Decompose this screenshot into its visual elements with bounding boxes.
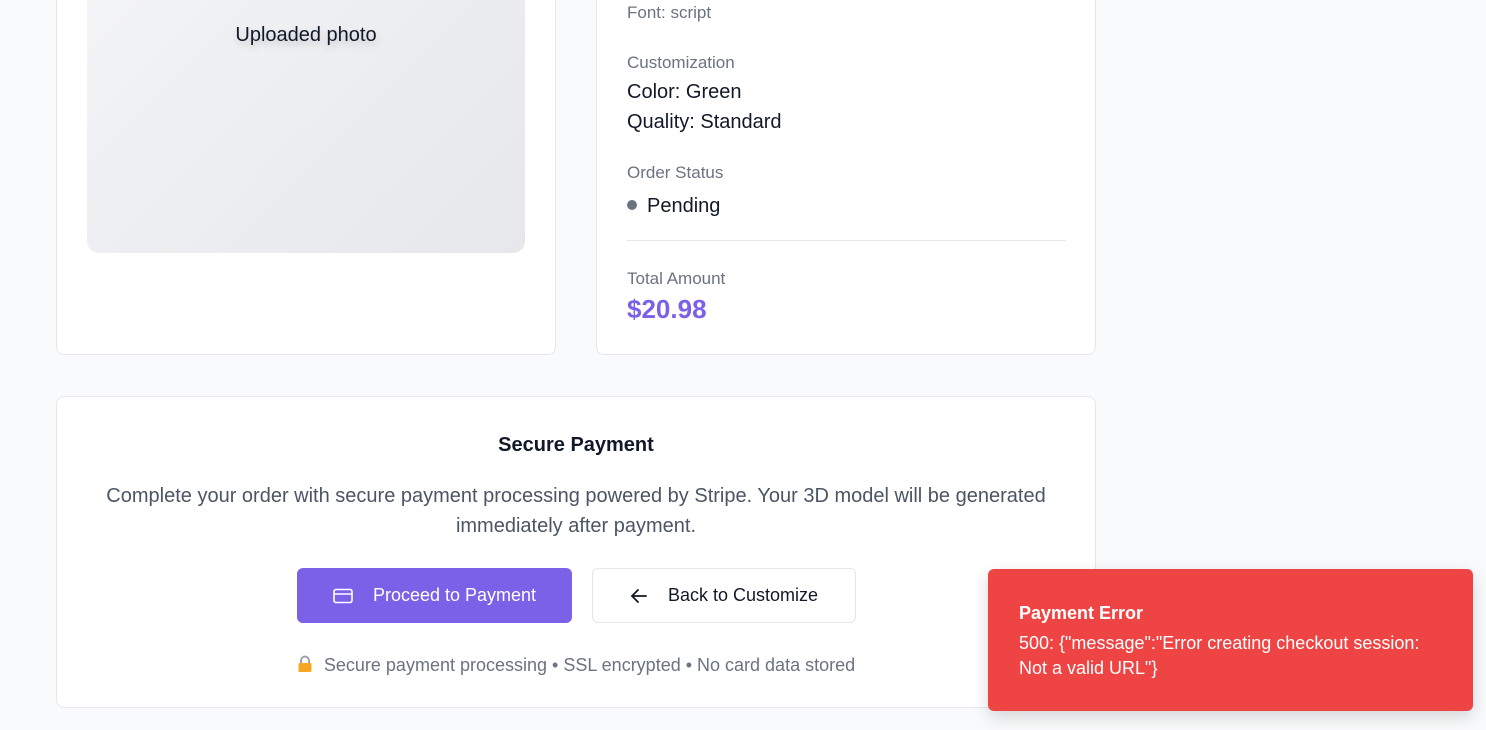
uploaded-photo-preview: Uploaded photo [87,0,525,253]
toast-message: 500: {"message":"Error creating checkout… [1019,633,1420,678]
back-to-customize-label: Back to Customize [667,585,819,605]
total-amount-heading: Total Amount [627,269,726,288]
font-line: Font: script [627,3,712,22]
status-dot-icon [627,199,637,210]
customization-heading: Customization [627,53,735,72]
total-amount-value: $20.98 [627,294,707,324]
proceed-to-payment-button[interactable]: Proceed to Payment [297,568,572,623]
payment-description: Complete your order with secure payment … [106,485,1046,537]
credit-card-icon [333,588,353,603]
divider [627,240,1066,241]
arrow-left-icon [631,588,647,603]
order-status: Pending [627,195,720,218]
toast-title: Payment Error [1019,603,1144,623]
proceed-to-payment-label: Proceed to Payment [372,585,537,605]
order-status-heading: Order Status [627,163,724,182]
payment-error-toast[interactable]: Payment Error 500: {"message":"Error cre… [988,569,1473,711]
color-line: Color: Green [627,81,742,103]
status-value: Pending [647,195,721,217]
payment-card: Secure Payment Complete your order with … [56,396,1096,708]
photo-card: Uploaded photo [56,0,556,355]
quality-line: Quality: Standard [627,111,782,133]
lock-icon [298,655,312,672]
uploaded-photo-label: Uploaded photo [235,24,377,46]
payment-title: Secure Payment [498,434,654,456]
order-details-card: Font: script Customization Color: Green … [596,0,1096,355]
secure-note: Secure payment processing • SSL encrypte… [57,655,1095,676]
back-to-customize-button[interactable]: Back to Customize [592,568,856,623]
secure-note-text: Secure payment processing • SSL encrypte… [323,655,856,675]
